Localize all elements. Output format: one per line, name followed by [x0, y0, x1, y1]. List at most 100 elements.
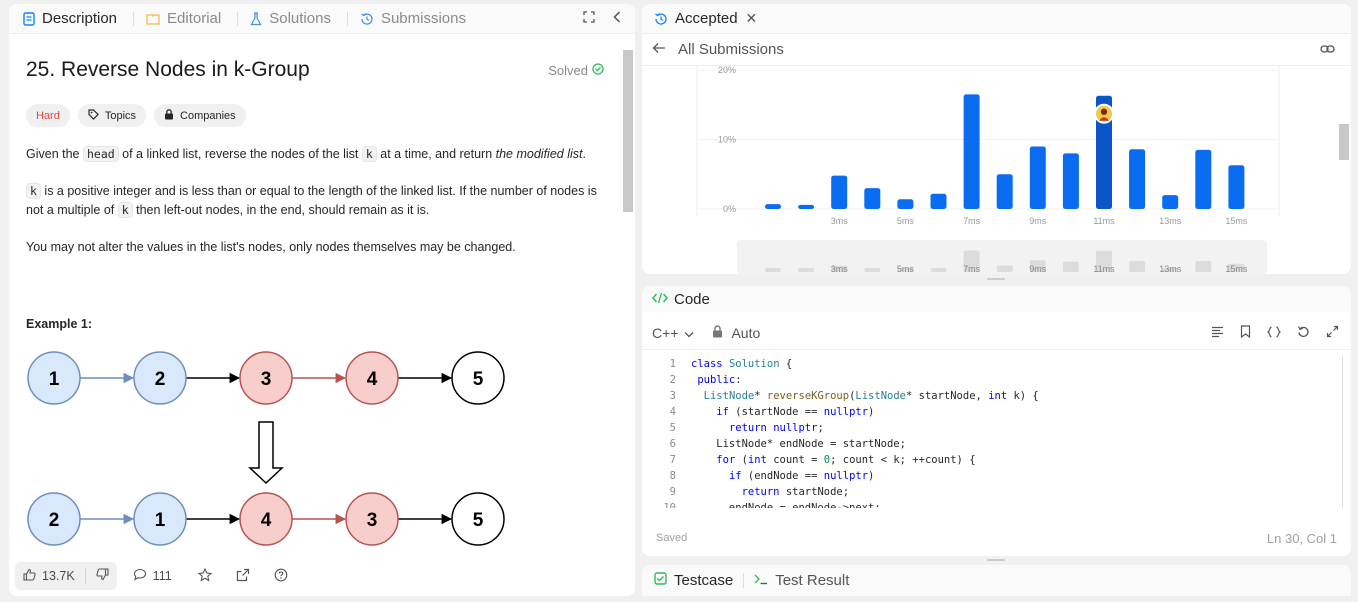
check-circle-icon: [592, 62, 604, 78]
share-button[interactable]: [236, 568, 250, 585]
solved-label: Solved: [548, 62, 588, 78]
link-icon[interactable]: [1320, 41, 1335, 58]
braces-icon[interactable]: [1266, 325, 1282, 341]
tab-submissions[interactable]: Submissions: [360, 10, 478, 27]
reset-icon[interactable]: [1297, 325, 1310, 341]
language-select[interactable]: C++: [652, 325, 694, 341]
code-text: ListNode* endNode = startNode;: [691, 438, 906, 450]
resize-handle[interactable]: [987, 559, 1005, 561]
line-number: 8: [669, 470, 676, 482]
x-tick-label: 11ms: [1093, 216, 1115, 226]
tab-test-result[interactable]: Test Result: [754, 572, 849, 589]
code-line[interactable]: 5 return nullptr;: [642, 420, 1338, 436]
code-line[interactable]: 2 public:: [642, 372, 1338, 388]
code-scrollbar[interactable]: [1342, 356, 1343, 508]
navigator-bar: [798, 268, 815, 272]
collapse-chevron-icon[interactable]: [613, 10, 621, 28]
history-icon: [654, 12, 668, 26]
code-line[interactable]: 8 if (endNode == nullptr): [642, 468, 1338, 484]
x-tick-label: 15ms: [1225, 216, 1248, 226]
example-diagram: 1 2 3 4 5 2 1 4 3 5: [27, 351, 505, 546]
divider: [84, 568, 86, 584]
code-text: if (startNode == nullptr): [716, 406, 875, 418]
code-line[interactable]: 1 class Solution {: [642, 356, 1338, 372]
x-tick-label: 3ms: [831, 216, 849, 226]
cursor-position: Ln 30, Col 1: [1266, 530, 1337, 546]
tab-solutions[interactable]: Solutions: [250, 10, 343, 27]
tab-divider: [133, 11, 135, 26]
comment-count: 111: [152, 569, 172, 583]
code-line[interactable]: 3 ListNode* reverseKGroup(ListNode* star…: [642, 388, 1338, 404]
chart-bar: [1162, 195, 1179, 209]
tab-editorial[interactable]: Editorial: [146, 10, 233, 27]
inline-code: head: [82, 146, 119, 162]
expand-icon[interactable]: [1326, 325, 1339, 341]
help-icon: [274, 568, 288, 585]
chart-bar: [897, 199, 914, 209]
code-text: ListNode* reverseKGroup(ListNode* startN…: [703, 390, 1039, 402]
chart-bar: [996, 174, 1013, 209]
y-tick-label: 0%: [723, 204, 736, 214]
x-tick-label: 13ms: [1159, 216, 1182, 226]
close-icon[interactable]: ✕: [746, 10, 758, 27]
all-submissions-link[interactable]: All Submissions: [678, 41, 784, 58]
bookmark-icon[interactable]: [1240, 324, 1251, 341]
testcase-label: Testcase: [674, 572, 734, 589]
text: of a linked list, reverse the nodes of t…: [118, 147, 362, 161]
tab-description[interactable]: Description: [23, 10, 129, 27]
chart-bar: [1062, 153, 1079, 209]
lock-icon: [712, 324, 723, 341]
comments-button[interactable]: 111: [133, 568, 172, 584]
topics-label: Topics: [104, 109, 137, 122]
node-label: 3: [261, 369, 272, 390]
code-editor[interactable]: 1 class Solution {2 public: 3 ListNode* re…: [642, 356, 1338, 508]
line-number: 5: [669, 422, 676, 434]
left-tabbar-actions: [583, 10, 635, 28]
problem-tags: Hard Topics Companies: [26, 104, 604, 127]
resize-handle[interactable]: [987, 278, 1005, 280]
problem-title[interactable]: 25. Reverse Nodes in k-Group: [26, 58, 310, 82]
navigator-bar: [996, 265, 1013, 272]
scrollbar-thumb[interactable]: [623, 50, 633, 212]
favorite-button[interactable]: [197, 567, 213, 585]
node-label: 1: [49, 369, 60, 390]
code-text: for (int count = 0; count < k; ++count) …: [716, 454, 976, 466]
editor-tools: [1211, 324, 1351, 341]
auto-mode-toggle[interactable]: Auto: [712, 325, 760, 341]
node-label: 3: [367, 510, 378, 531]
thumbs-down-icon[interactable]: [96, 568, 109, 584]
code-line[interactable]: 7 for (int count = 0; count < k; ++count…: [642, 452, 1338, 468]
example-title: Example 1:: [26, 317, 93, 331]
line-number: 4: [669, 406, 676, 418]
tab-code[interactable]: Code: [674, 291, 710, 308]
code-line[interactable]: 4 if (startNode == nullptr): [642, 404, 1338, 420]
line-number: 6: [669, 438, 676, 450]
terminal-icon: [754, 572, 768, 589]
x-tick-label: 9ms: [1029, 216, 1047, 226]
format-icon[interactable]: [1211, 325, 1224, 341]
fullscreen-icon[interactable]: [583, 10, 595, 28]
vote-group: 13.7K: [15, 562, 117, 590]
topics-button[interactable]: Topics: [77, 104, 147, 127]
chevron-down-icon: [684, 325, 694, 341]
description-scrollbar[interactable]: [621, 34, 633, 556]
companies-label: Companies: [180, 109, 236, 122]
flask-icon: [250, 11, 262, 26]
submission-scrollbar[interactable]: [1339, 70, 1349, 272]
tab-testcase[interactable]: Testcase: [654, 572, 733, 589]
user-avatar-face: [1100, 108, 1108, 115]
code-line[interactable]: 10 endNode = endNode->next;: [642, 500, 1338, 508]
back-arrow-icon[interactable]: [652, 41, 666, 58]
line-number: 2: [669, 374, 676, 386]
code-text: if (endNode == nullptr): [728, 470, 875, 482]
checkbox-icon: [654, 572, 667, 589]
code-line[interactable]: 9 return startNode;: [642, 484, 1338, 500]
code-line[interactable]: 6 ListNode* endNode = startNode;: [642, 436, 1338, 452]
tab-accepted[interactable]: Accepted: [675, 10, 738, 27]
scrollbar-thumb[interactable]: [1339, 124, 1349, 160]
help-button[interactable]: [274, 568, 288, 585]
inline-code: k: [26, 183, 41, 199]
companies-button[interactable]: Companies: [154, 104, 246, 127]
tag-icon: [88, 108, 99, 123]
thumbs-up-icon[interactable]: [23, 568, 36, 584]
